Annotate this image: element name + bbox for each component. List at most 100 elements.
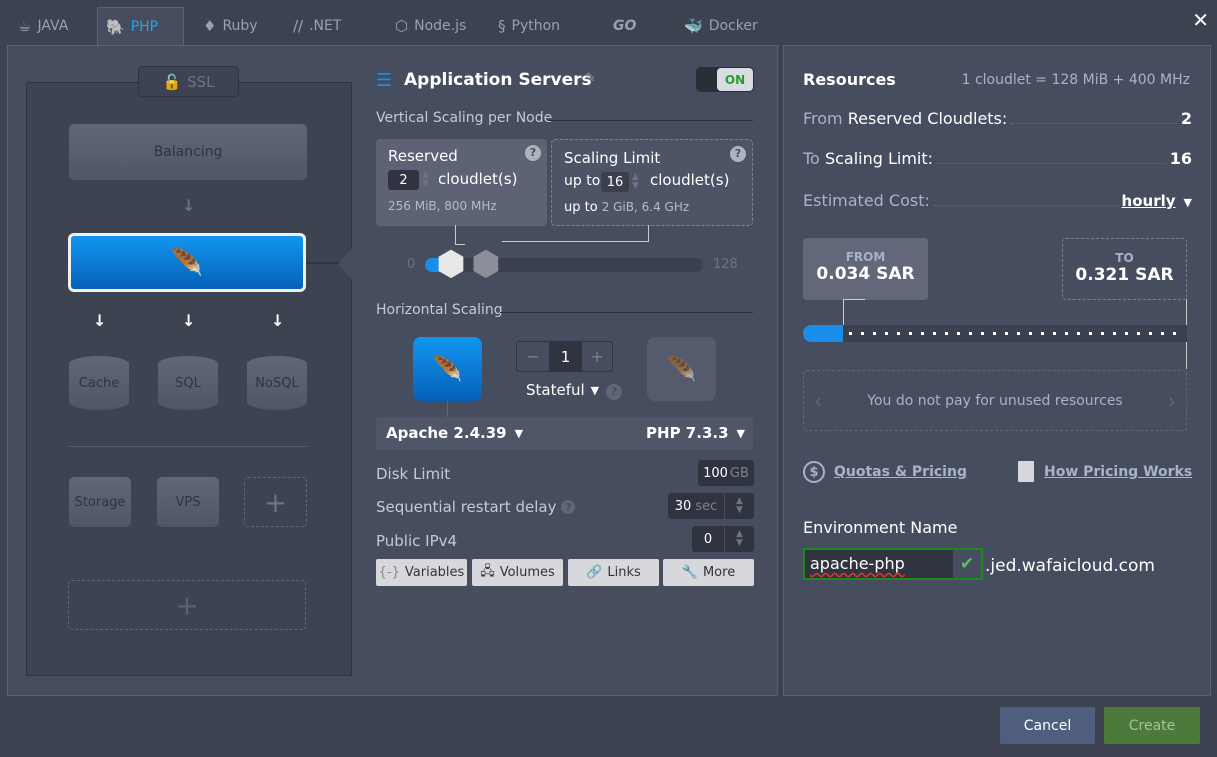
cache-node[interactable]: Cache: [69, 356, 129, 410]
reserved-box: Reserved ? 2 ▲ ▼ cloudlet(s) 256 MiB, 800…: [376, 139, 547, 226]
arrow-down-icon: ↓: [271, 311, 285, 330]
resources-title: Resources: [803, 70, 896, 89]
tab-python[interactable]: § Python: [490, 7, 568, 45]
env-name-label: Environment Name: [803, 518, 958, 537]
estimated-cost-row: Estimated Cost: hourly ▼: [803, 191, 1192, 210]
wrench-icon: 🔧: [681, 565, 698, 580]
cancel-button[interactable]: Cancel: [1000, 707, 1095, 744]
more-button[interactable]: 🔧 More: [663, 559, 754, 586]
tips-carousel: ‹ You do not pay for unused resources ›: [803, 370, 1187, 431]
section-title: Application Servers: [404, 70, 592, 90]
cost-bar-dots: [849, 332, 1183, 335]
cost-period-dropdown[interactable]: hourly: [1122, 192, 1176, 210]
server-version-dropdown[interactable]: Apache 2.4.39 ▼: [386, 424, 523, 442]
help-icon[interactable]: ?: [561, 500, 576, 514]
close-icon[interactable]: ✕: [1192, 8, 1209, 32]
java-cup-icon: ☕: [18, 17, 32, 35]
node-count[interactable]: 1: [549, 342, 582, 371]
horizontal-scaling-heading: Horizontal Scaling: [376, 302, 503, 318]
limit-input[interactable]: 16: [601, 172, 629, 192]
on-toggle[interactable]: ON: [696, 67, 754, 92]
spinner-icon[interactable]: ▲ ▼: [632, 173, 639, 191]
help-icon[interactable]: ?: [606, 383, 622, 400]
reserved-slider-handle[interactable]: ⬢: [436, 246, 466, 282]
tab-ruby[interactable]: ♦ Ruby: [195, 7, 266, 45]
caret-down-icon: ▼: [736, 427, 745, 440]
add-node-button[interactable]: +: [244, 477, 307, 527]
go-icon: GO: [613, 18, 637, 34]
document-icon: [1018, 461, 1034, 482]
node-count-stepper[interactable]: − 1 +: [516, 341, 613, 372]
alt-node-button[interactable]: 🪶: [647, 337, 716, 401]
help-icon[interactable]: ?: [525, 144, 541, 161]
scaling-limit-box: Scaling Limit ? up to 16 ▲ ▼ cloudlet(s) …: [551, 139, 753, 226]
mode-dropdown[interactable]: Stateful ▼: [526, 381, 599, 399]
apache-node-button[interactable]: 🪶: [413, 337, 482, 401]
tab-docker[interactable]: 🐳 Docker: [676, 7, 766, 45]
restart-delay-label: Sequential restart delay?: [376, 498, 576, 516]
edit-pencil-icon[interactable]: ✎: [585, 71, 596, 86]
dotnet-icon: //: [293, 17, 304, 35]
apache-feather-icon: 🪶: [170, 247, 204, 278]
selection-pointer: [338, 248, 352, 280]
how-pricing-works-link[interactable]: How Pricing Works: [1044, 464, 1192, 480]
storage-node[interactable]: Storage: [69, 477, 131, 527]
connector-line: [306, 262, 342, 264]
spinner-icon[interactable]: ▲ ▼: [724, 526, 754, 552]
decrement-button[interactable]: −: [517, 342, 549, 371]
cost-bar-fill: [803, 325, 843, 342]
from-price-box: FROM 0.034 SAR: [803, 238, 928, 300]
increment-button[interactable]: +: [582, 342, 612, 371]
connector-line: [455, 225, 465, 245]
ipv4-label: Public IPv4: [376, 532, 458, 550]
links-button[interactable]: 🔗 Links: [568, 559, 659, 586]
balancing-node[interactable]: Balancing: [69, 124, 307, 180]
nosql-node[interactable]: NoSQL: [247, 356, 307, 410]
disk-limit-input[interactable]: 100 GB: [698, 460, 754, 486]
folder-network-icon: 🖧: [480, 563, 495, 579]
apache-node[interactable]: 🪶: [68, 233, 306, 292]
restart-delay-input[interactable]: 30 sec ▲ ▼: [668, 493, 754, 519]
limit-slider-handle[interactable]: ⬢: [471, 246, 501, 282]
reserved-input[interactable]: 2: [388, 170, 419, 190]
connector-line: [502, 225, 649, 242]
cloudlet-slider[interactable]: [425, 258, 703, 272]
connector-line: [843, 299, 865, 325]
caret-down-icon[interactable]: ▼: [1184, 196, 1192, 209]
tab-php[interactable]: 🐘 PHP: [97, 7, 184, 45]
cloudlet-definition: 1 cloudlet = 128 MiB + 400 MHz: [961, 72, 1190, 88]
php-version-dropdown[interactable]: PHP 7.3.3 ▼: [646, 424, 745, 442]
apache-feather-icon: 🪶: [432, 355, 463, 383]
create-button[interactable]: Create: [1104, 707, 1200, 744]
vertical-scaling-heading: Vertical Scaling per Node: [376, 110, 553, 126]
variables-button[interactable]: {-} Variables: [376, 559, 467, 586]
version-bar: Apache 2.4.39 ▼ PHP 7.3.3 ▼: [376, 417, 753, 450]
chevron-right-icon[interactable]: ›: [1168, 389, 1176, 413]
layers-icon: ☰: [376, 70, 393, 91]
vps-node[interactable]: VPS: [157, 477, 219, 527]
env-name-input[interactable]: apache-php ✔: [803, 548, 983, 580]
feather-icon: 🪶: [666, 355, 697, 383]
spinner-icon[interactable]: ▲ ▼: [422, 171, 429, 189]
divider: [68, 446, 307, 447]
check-icon: ✔: [953, 550, 981, 578]
ipv4-input[interactable]: 0 ▲ ▼: [692, 526, 754, 552]
add-layer-button[interactable]: +: [68, 580, 306, 630]
dollar-icon: $: [803, 461, 825, 483]
caret-down-icon: ▼: [514, 427, 524, 440]
docker-icon: 🐳: [684, 17, 703, 35]
scaling-limit-row: To Scaling Limit: 16: [803, 149, 1192, 168]
help-icon[interactable]: ?: [730, 145, 746, 162]
divider: [500, 312, 753, 313]
divider: [548, 120, 753, 121]
ssl-button[interactable]: 🔓 SSL: [138, 66, 239, 97]
chevron-left-icon[interactable]: ‹: [814, 389, 822, 413]
sql-node[interactable]: SQL: [158, 356, 218, 410]
volumes-button[interactable]: 🖧 Volumes: [472, 559, 563, 586]
tab-java[interactable]: ☕ JAVA: [10, 7, 76, 45]
tab-nodejs[interactable]: ⬡ Node.js: [387, 7, 474, 45]
tab-go[interactable]: GO: [605, 7, 644, 45]
quotas-pricing-link[interactable]: Quotas & Pricing: [834, 464, 967, 480]
spinner-icon[interactable]: ▲ ▼: [724, 493, 754, 519]
tab-dotnet[interactable]: //.NET: [285, 7, 349, 45]
